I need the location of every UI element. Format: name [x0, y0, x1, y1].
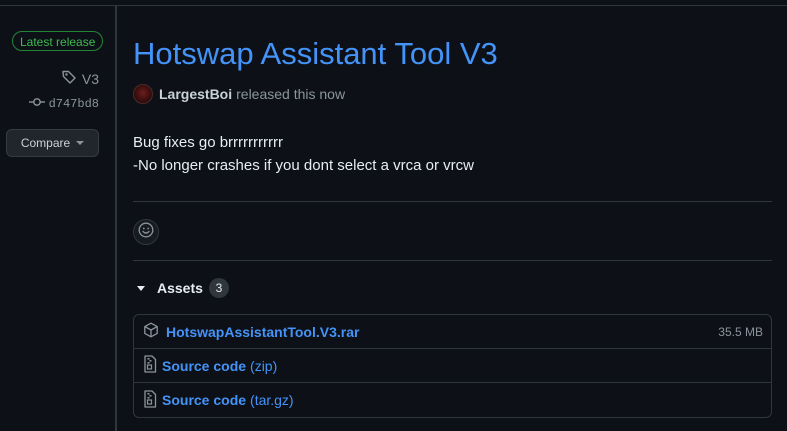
asset-link[interactable]: HotswapAssistantTool.V3.rar [166, 324, 359, 340]
asset-row[interactable]: Source code (zip) [134, 349, 771, 383]
divider [133, 260, 772, 261]
file-zip-icon [143, 389, 157, 411]
tag-icon [61, 69, 77, 88]
source-targz-link[interactable]: Source code [162, 392, 246, 408]
release-notes-line: -No longer crashes if you dont select a … [133, 157, 474, 174]
tag-link[interactable]: V3 [61, 69, 99, 88]
assets-list: HotswapAssistantTool.V3.rar 35.5 MB Sour… [133, 314, 772, 418]
released-text: released this now [236, 86, 346, 102]
chevron-down-icon [76, 141, 85, 145]
author-link[interactable]: LargestBoi [159, 86, 232, 102]
add-reaction-button[interactable] [133, 219, 159, 245]
asset-row[interactable]: Source code (tar.gz) [134, 383, 771, 417]
smiley-icon [138, 222, 154, 243]
top-divider [0, 5, 787, 6]
file-zip-icon [143, 355, 157, 376]
asset-row[interactable]: HotswapAssistantTool.V3.rar 35.5 MB [134, 315, 771, 349]
asset-format[interactable]: (zip) [250, 358, 277, 374]
assets-count: 3 [208, 278, 229, 298]
divider [133, 201, 772, 202]
latest-release-badge: Latest release [12, 31, 104, 51]
asset-format[interactable]: (tar.gz) [250, 392, 294, 408]
commit-hash: d747bd8 [48, 97, 99, 111]
commit-link[interactable]: d747bd8 [28, 96, 99, 112]
sidebar-divider [115, 5, 117, 431]
release-title[interactable]: Hotswap Assistant Tool V3 [133, 36, 498, 72]
triangle-down-icon [137, 285, 145, 291]
compare-button[interactable]: Compare [6, 129, 99, 157]
avatar[interactable] [133, 84, 153, 104]
assets-toggle[interactable]: Assets 3 [134, 278, 229, 298]
release-notes: Bug fixes go brrrrrrrrrrr -No longer cra… [133, 131, 474, 177]
asset-size: 35.5 MB [718, 324, 763, 339]
package-icon [143, 322, 159, 341]
commit-icon [28, 96, 45, 112]
release-byline: LargestBoi released this now [133, 84, 345, 104]
compare-label: Compare [20, 136, 71, 150]
source-zip-link[interactable]: Source code [162, 358, 246, 374]
release-notes-line: Bug fixes go brrrrrrrrrrr [133, 134, 284, 151]
assets-label: Assets [157, 280, 203, 296]
tag-label: V3 [81, 70, 99, 87]
